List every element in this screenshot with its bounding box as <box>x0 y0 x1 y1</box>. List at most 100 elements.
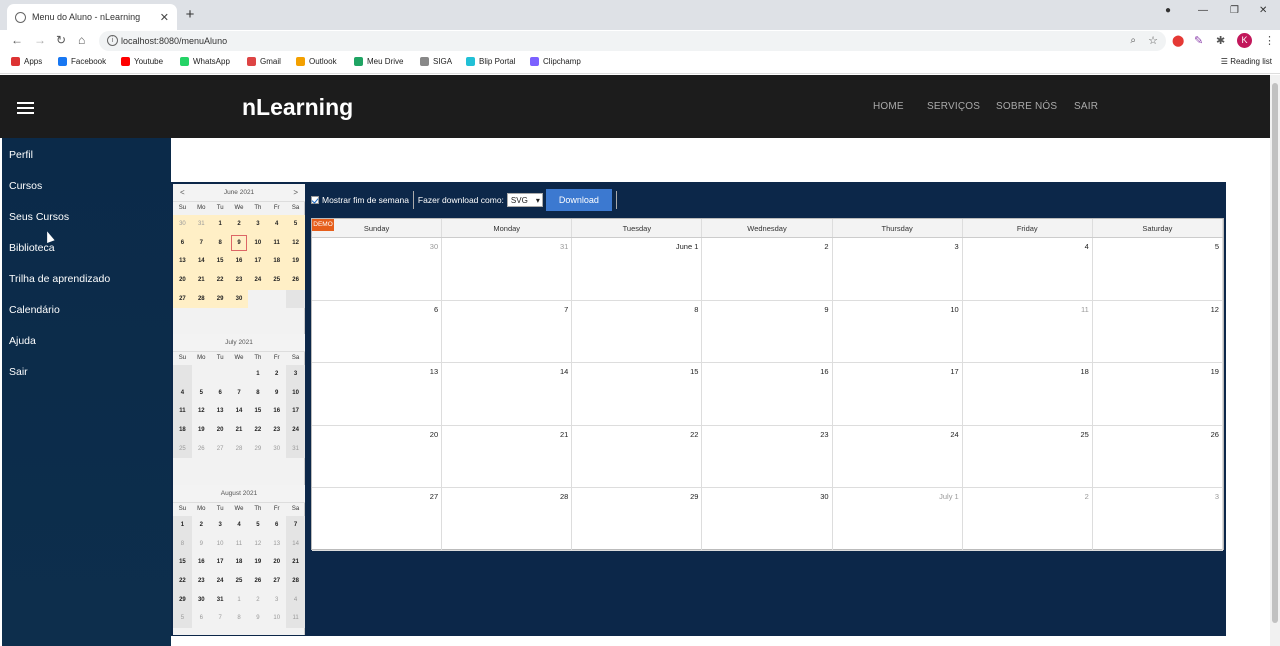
month-day-cell[interactable]: June 1 <box>572 238 703 300</box>
address-bar[interactable]: i localhost:8080/menuAluno ⌕ ☆ <box>99 31 1166 51</box>
month-day-cell[interactable]: 2 <box>702 238 833 300</box>
mini-day[interactable]: 3 <box>267 591 286 610</box>
mini-day[interactable]: 28 <box>286 572 306 591</box>
mini-day[interactable]: 2 <box>248 591 267 610</box>
mini-day[interactable]: 20 <box>267 553 286 572</box>
mini-day[interactable]: 26 <box>192 440 211 459</box>
mini-day[interactable]: 24 <box>211 572 230 591</box>
sidebar-item-sair[interactable]: Sair <box>9 366 28 378</box>
mini-day[interactable]: 30 <box>229 289 249 309</box>
mini-day[interactable]: 3 <box>211 516 230 535</box>
mini-day[interactable]: 15 <box>173 553 192 573</box>
mini-day[interactable]: 8 <box>248 384 267 403</box>
star-icon[interactable]: ☆ <box>1148 31 1158 51</box>
mini-day[interactable]: 7 <box>191 233 211 253</box>
brand-logo[interactable]: nLearning <box>242 94 353 121</box>
mini-day[interactable] <box>286 289 306 309</box>
mini-day[interactable]: 8 <box>173 534 192 554</box>
mini-day[interactable]: 31 <box>286 439 306 459</box>
mini-day[interactable]: 17 <box>248 252 268 272</box>
month-day-cell[interactable]: 12 <box>1093 300 1223 362</box>
mini-day[interactable]: 6 <box>267 516 286 535</box>
month-day-cell[interactable]: 5 <box>1093 238 1223 300</box>
profile-menu-icon[interactable]: ● <box>1165 5 1171 16</box>
mini-day[interactable]: 16 <box>192 553 211 572</box>
mini-day[interactable]: 12 <box>286 233 306 253</box>
month-day-cell[interactable]: 15 <box>572 363 703 425</box>
bookmark-facebook[interactable]: Facebook <box>58 57 106 66</box>
mini-day[interactable]: 20 <box>211 421 230 440</box>
mini-day[interactable]: 4 <box>230 516 249 535</box>
mini-day[interactable]: 8 <box>210 233 230 253</box>
mini-day[interactable]: 19 <box>192 421 211 440</box>
nav-sair[interactable]: SAIR <box>1074 101 1098 112</box>
sidebar-item-biblioteca[interactable]: Biblioteca <box>9 242 55 254</box>
mini-day[interactable]: 25 <box>230 572 249 591</box>
mini-day[interactable]: 2 <box>267 365 286 384</box>
mini-day[interactable]: 1 <box>173 516 192 535</box>
mini-day[interactable]: 5 <box>286 215 306 234</box>
mini-day[interactable]: 6 <box>211 384 230 403</box>
mini-day[interactable]: 21 <box>286 553 306 573</box>
month-day-cell[interactable]: 26 <box>1093 425 1223 487</box>
mini-day[interactable]: 24 <box>286 421 306 440</box>
mini-day[interactable]: 6 <box>173 233 192 253</box>
mini-day[interactable]: 11 <box>267 233 287 253</box>
mini-day[interactable]: 27 <box>173 289 192 309</box>
mini-day[interactable]: 28 <box>191 289 211 309</box>
mini-day[interactable]: 17 <box>286 402 306 422</box>
mini-day[interactable]: 7 <box>286 516 306 535</box>
month-day-cell[interactable]: 19 <box>1093 363 1223 425</box>
browser-tab[interactable]: Menu do Aluno - nLearning ✕ <box>7 4 177 30</box>
next-month-icon[interactable]: > <box>293 184 298 202</box>
sidebar-item-perfil[interactable]: Perfil <box>9 149 33 161</box>
month-day-cell[interactable]: 23 <box>702 425 833 487</box>
mini-day[interactable]: 25 <box>267 271 287 290</box>
mini-day[interactable]: 13 <box>211 402 230 421</box>
weekend-checkbox[interactable] <box>311 196 319 204</box>
mini-day[interactable]: 26 <box>248 572 267 591</box>
mini-day[interactable]: 20 <box>173 271 192 290</box>
mini-day[interactable]: 26 <box>286 271 306 290</box>
mini-day[interactable]: 12 <box>192 402 211 421</box>
mini-day[interactable]: 18 <box>230 553 249 572</box>
kebab-menu-icon[interactable]: ⋮ <box>1264 34 1275 47</box>
zoom-icon[interactable]: ⌕ <box>1130 31 1136 51</box>
sidebar-item-seus-cursos[interactable]: Seus Cursos <box>9 211 69 223</box>
mini-day[interactable]: 22 <box>210 271 230 290</box>
nav-home[interactable]: HOME <box>873 101 904 112</box>
mini-day[interactable]: 5 <box>192 384 211 403</box>
minimize-icon[interactable]: — <box>1198 5 1208 16</box>
mini-day[interactable]: 11 <box>286 609 306 629</box>
month-day-cell[interactable]: July 1 <box>833 488 963 550</box>
mini-day[interactable]: 10 <box>267 609 286 628</box>
month-day-cell[interactable]: 8 <box>572 300 703 362</box>
info-icon[interactable]: i <box>107 35 118 46</box>
mini-day[interactable]: 21 <box>191 271 211 290</box>
month-day-cell[interactable]: 25 <box>963 425 1093 487</box>
month-day-cell[interactable]: 22 <box>572 425 703 487</box>
month-day-cell[interactable]: 18 <box>963 363 1093 425</box>
bookmark-siga[interactable]: SIGA <box>420 57 452 66</box>
mini-day[interactable]: 18 <box>267 252 287 272</box>
bookmark-youtube[interactable]: Youtube <box>121 57 163 66</box>
month-day-cell[interactable]: 21 <box>442 425 573 487</box>
month-day-cell[interactable]: 10 <box>833 300 963 362</box>
mini-day[interactable]: 4 <box>286 590 306 610</box>
mini-day[interactable]: 13 <box>267 535 286 554</box>
mini-day[interactable] <box>211 365 230 384</box>
close-window-icon[interactable]: ✕ <box>1259 5 1267 16</box>
mini-day[interactable]: 3 <box>286 365 306 384</box>
mini-day[interactable]: 29 <box>210 289 230 309</box>
month-day-cell[interactable]: 31 <box>442 238 573 300</box>
mini-day[interactable]: 27 <box>211 440 230 459</box>
mini-day[interactable]: 22 <box>173 572 192 591</box>
mini-day[interactable]: 28 <box>230 440 249 459</box>
mini-day[interactable]: 3 <box>248 215 268 234</box>
mini-day[interactable]: 16 <box>267 402 286 421</box>
bookmark-clipchamp[interactable]: Clipchamp <box>530 57 581 66</box>
mini-day[interactable]: 10 <box>286 383 306 403</box>
mini-day[interactable]: 2 <box>229 215 249 234</box>
month-day-cell[interactable]: 13 <box>312 363 443 425</box>
mini-day[interactable]: 11 <box>173 402 192 422</box>
